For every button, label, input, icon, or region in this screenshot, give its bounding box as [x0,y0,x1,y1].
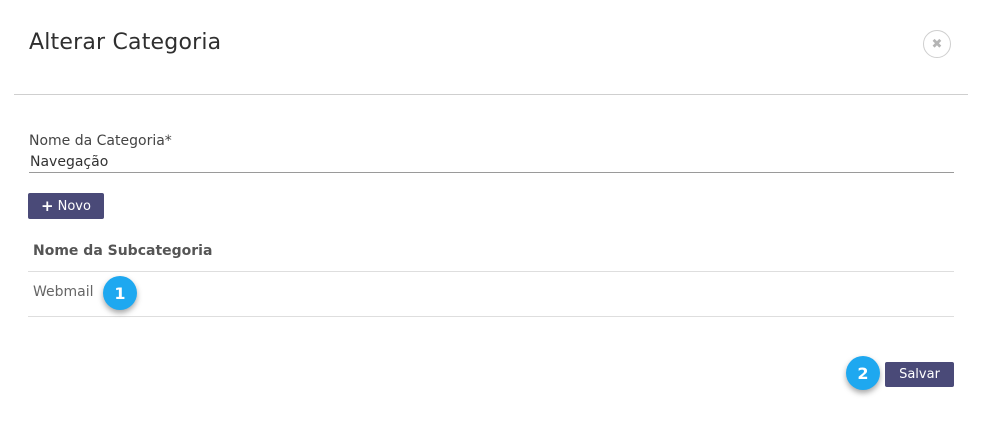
save-button[interactable]: Salvar [885,362,954,387]
header-divider [14,94,968,95]
step-badge-2: 2 [846,356,880,390]
table-divider [28,271,954,272]
new-button-label: Novo [57,198,91,214]
close-icon: ✖ [931,36,943,52]
edit-category-modal: Alterar Categoria ✖ Nome da Categoria* +… [0,0,982,422]
category-name-label: Nome da Categoria* [29,133,172,149]
modal-title: Alterar Categoria [29,30,222,55]
table-divider [28,316,954,317]
plus-icon: + [41,196,54,215]
subcategory-column-header: Nome da Subcategoria [33,243,213,259]
step-badge-1: 1 [103,276,137,310]
close-button[interactable]: ✖ [923,30,951,58]
new-subcategory-button[interactable]: + Novo [28,193,104,219]
table-row[interactable]: Webmail [33,284,94,300]
category-name-input[interactable] [29,151,954,173]
